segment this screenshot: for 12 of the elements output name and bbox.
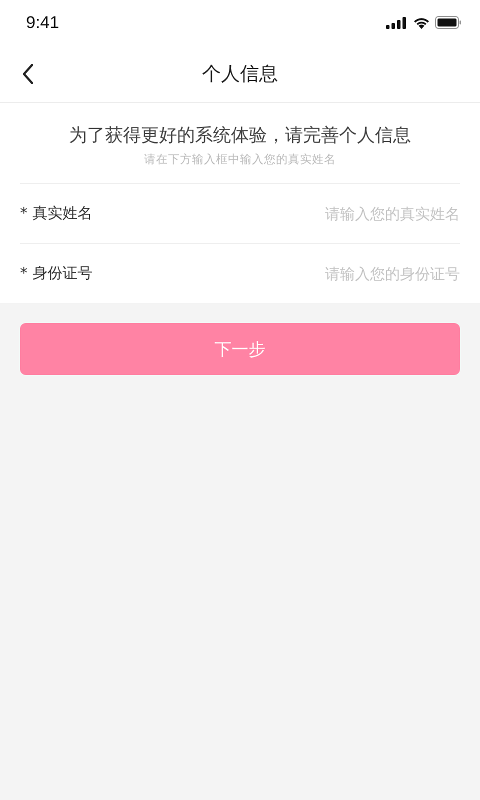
intro-hint: 请在下方输入框中输入您的真实姓名: [144, 152, 336, 167]
battery-icon: [435, 16, 462, 29]
input-field[interactable]: 请输入您的真实姓名: [260, 204, 460, 222]
wifi-icon: [413, 16, 430, 28]
back-icon[interactable]: [22, 64, 34, 84]
status-time: 9:41: [26, 12, 60, 32]
field-label: * 真实姓名: [20, 204, 92, 223]
page-title: 个人信息: [202, 62, 278, 86]
signal-icon: [386, 16, 408, 28]
input-field[interactable]: 请输入您的身份证号: [260, 264, 460, 282]
intro-heading: 为了获得更好的系统体验，请完善个人信息: [69, 124, 411, 147]
field-label: * 身份证号: [20, 264, 92, 283]
